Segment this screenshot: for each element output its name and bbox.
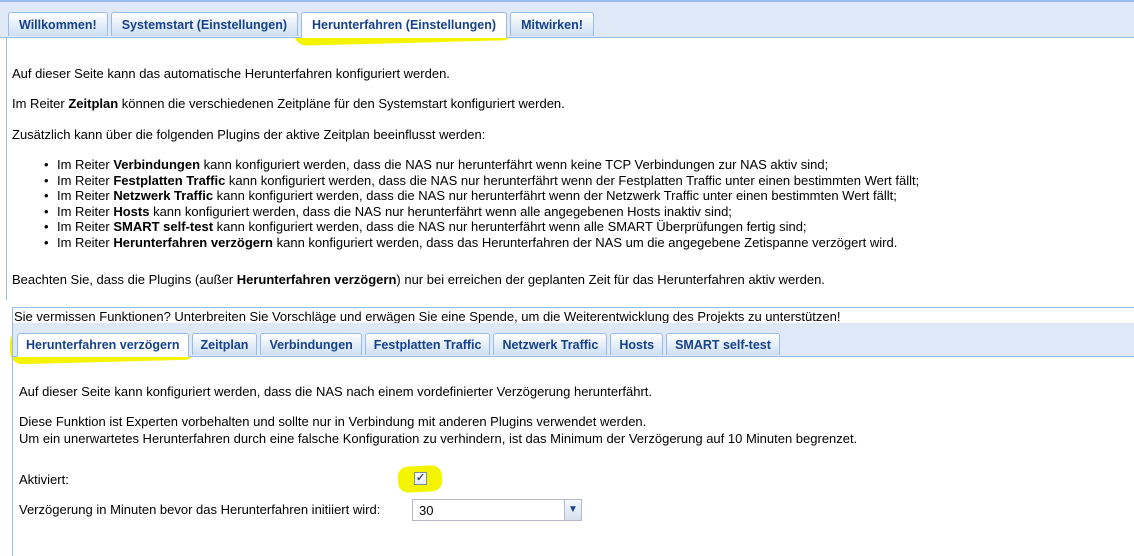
list-item: Im Reiter Festplatten Traffic kann konfi… xyxy=(40,173,919,189)
intro-text: Auf dieser Seite kann das automatische H… xyxy=(12,66,450,81)
minimum-delay-note: Um ein unerwartetes Herunterfahren durch… xyxy=(19,431,858,446)
delay-minutes-value: 30 xyxy=(419,503,434,518)
tab-label: Hosts xyxy=(619,338,655,352)
tabbar-top-border xyxy=(0,0,1134,2)
tab-label: Herunterfahren (Einstellungen) xyxy=(312,18,497,32)
text-segment: Im Reiter xyxy=(57,234,114,250)
tab-herunterfahren-verzoegern[interactable]: Herunterfahren verzögern xyxy=(17,333,189,357)
tab-smart-self-test[interactable]: SMART self-test xyxy=(666,333,780,355)
intro-zeitplan-text: Im Reiter Zeitplan können die verschiede… xyxy=(12,96,565,111)
text-segment: Im Reiter xyxy=(12,96,69,111)
text-segment: kann konfiguriert werden, dass das Herun… xyxy=(273,234,898,250)
tab-mitwirken[interactable]: Mitwirken! xyxy=(510,12,594,36)
tab-label: SMART self-test xyxy=(675,338,771,352)
tab-label: Herunterfahren verzögern xyxy=(26,338,180,352)
bold-term: Verbindungen xyxy=(113,157,201,172)
text-segment: ) nur bei erreichen der geplanten Zeit f… xyxy=(396,272,825,287)
bold-term: Herunterfahren verzögern xyxy=(236,272,397,287)
text-segment: Im Reiter xyxy=(57,157,114,172)
tab-zeitplan[interactable]: Zeitplan xyxy=(191,333,258,355)
zeitplan-bold: Zeitplan xyxy=(68,96,119,111)
list-item: Im Reiter Verbindungen kann konfiguriert… xyxy=(40,157,919,173)
plugins-intro-text: Zusätzlich kann über die folgenden Plugi… xyxy=(12,127,486,142)
text-segment: Im Reiter xyxy=(57,219,114,235)
tab-verbindungen[interactable]: Verbindungen xyxy=(260,333,362,355)
text-segment: kann konfiguriert werden, dass die NAS n… xyxy=(200,157,829,172)
donation-banner: Sie vermissen Funktionen? Unterbreiten S… xyxy=(12,307,1134,324)
text-segment: Im Reiter xyxy=(57,203,114,219)
main-tabbar: Willkommen! Systemstart (Einstellungen) … xyxy=(0,0,1134,38)
tab-label: Willkommen! xyxy=(19,18,97,32)
enabled-label: Aktiviert: xyxy=(19,472,69,487)
delay-minutes-label: Verzögerung in Minuten bevor das Herunte… xyxy=(19,502,381,517)
bold-term: SMART self-test xyxy=(113,219,214,235)
list-item: Im Reiter SMART self-test kann konfiguri… xyxy=(40,219,919,235)
tab-systemstart-settings[interactable]: Systemstart (Einstellungen) xyxy=(110,12,299,36)
bold-term: Hosts xyxy=(113,203,150,219)
tab-label: Verbindungen xyxy=(269,338,353,352)
bold-term: Herunterfahren verzögern xyxy=(113,234,273,250)
panel-border xyxy=(6,37,7,300)
tab-label: Zeitplan xyxy=(200,338,249,352)
text-segment: kann konfiguriert werden, dass die NAS n… xyxy=(213,188,897,204)
plugin-panel-border xyxy=(12,356,13,556)
enabled-checkbox[interactable]: ✓ xyxy=(414,472,427,485)
tab-label: Systemstart (Einstellungen) xyxy=(121,18,288,32)
tab-willkommen[interactable]: Willkommen! xyxy=(8,12,108,36)
delay-minutes-select[interactable]: 30 ▼ xyxy=(412,499,582,521)
text-segment: Im Reiter xyxy=(57,172,114,188)
checkmark-icon: ✓ xyxy=(415,472,426,484)
plugin-list: Im Reiter Verbindungen kann konfiguriert… xyxy=(40,157,919,251)
plugins-note: Beachten Sie, dass die Plugins (außer He… xyxy=(12,272,825,287)
text-segment: kann konfiguriert werden, dass die NAS n… xyxy=(225,172,920,188)
plugin-tab-strip: Herunterfahren verzögern Zeitplan Verbin… xyxy=(17,333,783,357)
tab-festplatten-traffic[interactable]: Festplatten Traffic xyxy=(364,333,491,355)
bold-term: Festplatten Traffic xyxy=(113,172,226,188)
tab-netzwerk-traffic[interactable]: Netzwerk Traffic xyxy=(493,333,608,355)
text-segment: können die verschiedenen Zeitpläne für d… xyxy=(118,96,565,111)
list-item: Im Reiter Hosts kann konfiguriert werden… xyxy=(40,204,919,220)
list-item: Im Reiter Netzwerk Traffic kann konfigur… xyxy=(40,188,919,204)
enabled-checkbox-wrap: ✓ xyxy=(397,464,443,494)
delay-description: Auf dieser Seite kann konfiguriert werde… xyxy=(19,384,653,399)
tab-label: Festplatten Traffic xyxy=(373,338,482,352)
main-tab-strip: Willkommen! Systemstart (Einstellungen) … xyxy=(8,12,597,38)
expert-warning: Diese Funktion ist Experten vorbehalten … xyxy=(19,414,647,429)
chevron-down-icon[interactable]: ▼ xyxy=(564,500,581,520)
bold-term: Netzwerk Traffic xyxy=(113,188,214,204)
list-item: Im Reiter Herunterfahren verzögern kann … xyxy=(40,235,919,251)
plugin-tabbar: Herunterfahren verzögern Zeitplan Verbin… xyxy=(12,323,1134,357)
tab-herunterfahren-settings[interactable]: Herunterfahren (Einstellungen) xyxy=(301,12,508,38)
text-segment: kann konfiguriert werden, dass die NAS n… xyxy=(213,219,807,235)
text-segment: Beachten Sie, dass die Plugins (außer xyxy=(12,272,237,287)
tab-hosts[interactable]: Hosts xyxy=(610,333,664,355)
text-segment: kann konfiguriert werden, dass die NAS n… xyxy=(149,203,732,219)
text-segment: Im Reiter xyxy=(57,188,114,204)
tab-label: Netzwerk Traffic xyxy=(502,338,599,352)
tab-label: Mitwirken! xyxy=(521,18,583,32)
